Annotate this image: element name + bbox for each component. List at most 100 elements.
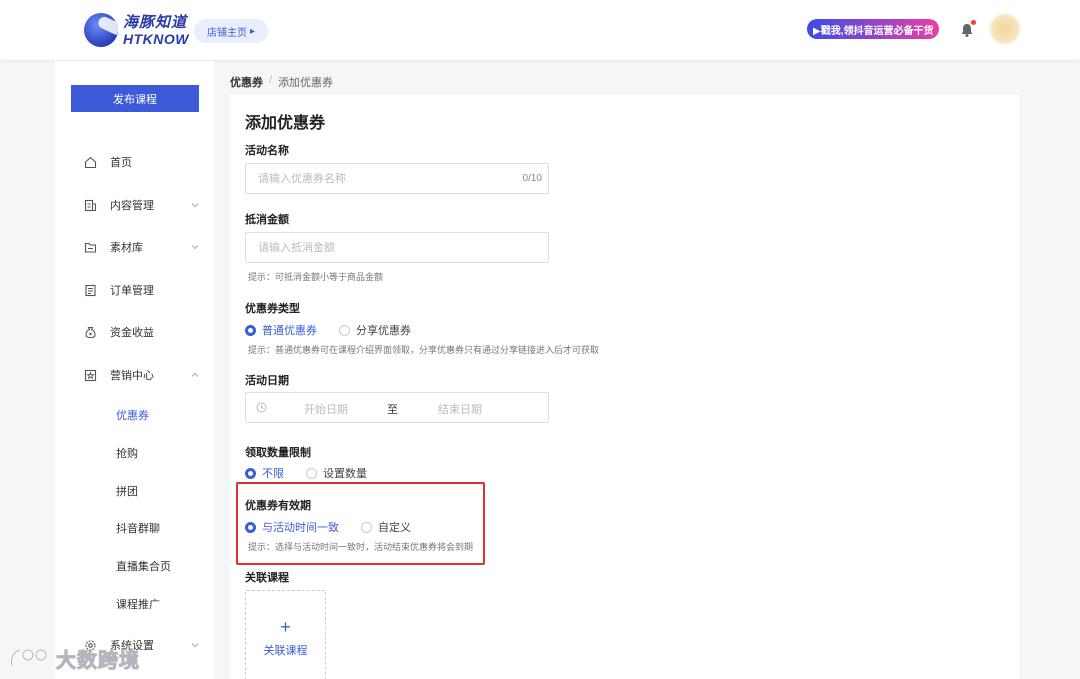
radio-label: 自定义: [378, 522, 411, 534]
radio-checked-icon: [245, 467, 256, 479]
watermark-logo-icon: [10, 648, 48, 666]
radio-unchecked-icon: [339, 324, 350, 336]
coupon-type-radio-group: 普通优惠券 分享优惠券: [245, 322, 433, 338]
notification-dot: [971, 20, 976, 25]
sidebar-item-funds[interactable]: 资金收益: [55, 317, 214, 347]
chevron-up-icon: [191, 372, 199, 377]
sidebar-item-home[interactable]: 首页: [55, 147, 214, 177]
receive-limit-label: 领取数量限制: [245, 447, 311, 459]
radio-unchecked-icon: [361, 521, 372, 533]
sidebar-subitem-live-collection[interactable]: 直播集合页: [55, 552, 214, 580]
sidebar-subitem-label: 抖音群聊: [116, 523, 160, 535]
radio-label: 分享优惠券: [356, 325, 411, 337]
radio-normal-coupon[interactable]: 普通优惠券: [245, 322, 317, 338]
radio-unlimited[interactable]: 不限: [245, 465, 284, 481]
amount-label: 抵消金额: [245, 214, 289, 226]
coupon-type-hint: 提示：普通优惠券可在课程介绍界面领取，分享优惠券只有通过分享链接进入后才可获取: [248, 345, 600, 355]
radio-checked-icon: [245, 324, 256, 336]
content-icon: [84, 199, 97, 211]
sidebar-subitem-coupon[interactable]: 优惠券: [55, 401, 214, 429]
sidebar-subitem-flash-sale[interactable]: 抢购: [55, 439, 214, 467]
date-separator: 至: [387, 404, 398, 416]
sidebar-subitem-label: 抢购: [116, 448, 138, 460]
validity-label: 优惠券有效期: [245, 500, 311, 512]
linked-course-label: 关联课程: [245, 572, 289, 584]
activity-date-label: 活动日期: [245, 375, 289, 387]
avatar[interactable]: [990, 14, 1020, 44]
radio-checked-icon: [245, 521, 256, 533]
folder-icon: [84, 242, 97, 253]
breadcrumb: 优惠券 / 添加优惠券: [230, 74, 333, 90]
radio-label: 与活动时间一致: [262, 522, 339, 534]
radio-set-quantity[interactable]: 设置数量: [306, 465, 367, 481]
home-icon: [84, 156, 97, 168]
coupon-type-label: 优惠券类型: [245, 303, 300, 315]
radio-label: 设置数量: [323, 468, 367, 480]
chevron-down-icon: [191, 245, 199, 250]
radio-share-coupon[interactable]: 分享优惠券: [339, 322, 411, 338]
logo-en-text: HTKNOW: [123, 30, 189, 47]
sidebar-subitem-group-buy[interactable]: 拼团: [55, 477, 214, 505]
logo[interactable]: 海豚知道 HTKNOW: [84, 13, 189, 47]
radio-custom[interactable]: 自定义: [361, 519, 411, 535]
sidebar-subitem-label: 课程推广: [116, 599, 160, 611]
add-coupon-panel: 添加优惠券 活动名称 0/10 抵消金额 提示：可抵消金额小等于商品金额 优惠券…: [230, 95, 1019, 679]
activity-name-input[interactable]: [246, 172, 523, 185]
caret-right-icon: ▸: [250, 25, 256, 37]
clock-icon: [256, 402, 267, 413]
breadcrumb-current: 添加优惠券: [278, 77, 334, 89]
activity-name-label: 活动名称: [245, 145, 289, 157]
sidebar-subitem-label: 优惠券: [116, 410, 149, 422]
logo-cn-text: 海豚知道: [123, 13, 188, 31]
breadcrumb-coupon-link[interactable]: 优惠券: [230, 74, 263, 90]
page-title: 添加优惠券: [245, 115, 326, 132]
link-course-button[interactable]: + 关联课程: [245, 590, 326, 679]
end-date-input[interactable]: 结束日期: [438, 401, 482, 417]
sidebar-item-label: 素材库: [110, 242, 143, 254]
money-bag-icon: [85, 326, 96, 338]
char-counter: 0/10: [522, 173, 542, 184]
sidebar-subitem-label: 直播集合页: [116, 561, 171, 573]
sidebar-subitem-course-promotion[interactable]: 课程推广: [55, 590, 214, 618]
radio-same-as-activity[interactable]: 与活动时间一致: [245, 519, 339, 535]
amount-input[interactable]: [246, 241, 548, 254]
watermark-text: 大数跨境: [56, 650, 140, 673]
promo-banner-button[interactable]: ▶戳我,领抖音运营必备干货: [807, 19, 940, 39]
link-course-label: 关联课程: [263, 645, 308, 657]
sidebar-subitem-douyin-group[interactable]: 抖音群聊: [55, 514, 214, 542]
shop-home-label: 店铺主页: [207, 27, 247, 39]
sidebar-item-label: 营销中心: [110, 370, 154, 382]
validity-hint: 提示：选择与活动时间一致时，活动结束优惠券将会到期: [248, 542, 474, 552]
sidebar: 发布课程 首页 内容管理 素材库 订单管理 资金收益 营销中心 优惠券 抢购 拼…: [55, 61, 214, 679]
receive-limit-radio-group: 不限 设置数量: [245, 465, 389, 481]
sidebar-item-materials[interactable]: 素材库: [55, 232, 214, 262]
sidebar-item-label: 订单管理: [110, 285, 154, 297]
marketing-icon: [84, 369, 97, 381]
radio-label: 不限: [262, 468, 284, 480]
chevron-down-icon: [191, 203, 199, 208]
dolphin-logo-icon: [84, 13, 118, 47]
validity-radio-group: 与活动时间一致 自定义: [245, 519, 433, 535]
radio-unchecked-icon: [306, 467, 317, 479]
watermark: 大数跨境: [8, 644, 140, 673]
breadcrumb-separator: /: [269, 74, 273, 86]
sidebar-item-label: 资金收益: [110, 327, 154, 339]
radio-label: 普通优惠券: [262, 325, 317, 337]
date-range-picker[interactable]: 开始日期 至 结束日期: [245, 392, 549, 423]
sidebar-item-label: 内容管理: [110, 200, 154, 212]
publish-course-button[interactable]: 发布课程: [71, 85, 199, 112]
sidebar-item-content[interactable]: 内容管理: [55, 190, 214, 220]
shop-home-button[interactable]: 店铺主页 ▸: [194, 19, 269, 43]
plus-icon: +: [280, 617, 291, 637]
order-icon: [85, 284, 96, 296]
start-date-input[interactable]: 开始日期: [304, 401, 348, 417]
sidebar-item-orders[interactable]: 订单管理: [55, 275, 214, 305]
sidebar-subitem-label: 拼团: [116, 486, 138, 498]
sidebar-item-marketing[interactable]: 营销中心: [55, 360, 214, 390]
amount-field[interactable]: [245, 232, 549, 263]
activity-name-field[interactable]: 0/10: [245, 163, 549, 194]
top-header: 海豚知道 HTKNOW 店铺主页 ▸ ▶戳我,领抖音运营必备干货: [0, 0, 1080, 61]
amount-hint: 提示：可抵消金额小等于商品金额: [248, 272, 384, 282]
chevron-down-icon: [191, 643, 199, 648]
sidebar-item-label: 首页: [110, 157, 132, 169]
